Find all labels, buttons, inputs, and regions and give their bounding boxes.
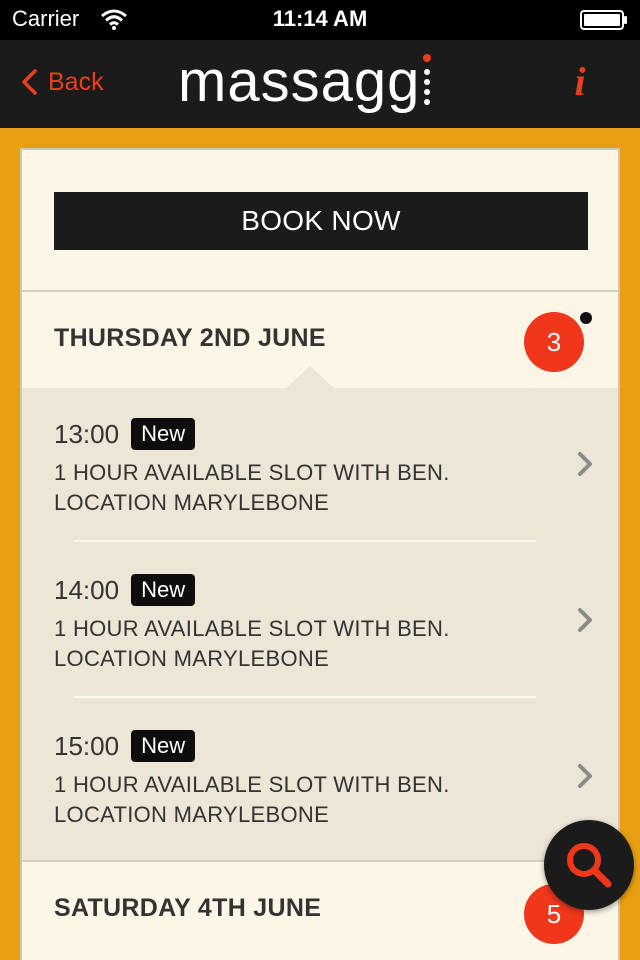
book-now-button[interactable]: BOOK NOW bbox=[54, 192, 588, 250]
day-header-thursday[interactable]: THURSDAY 2ND JUNE 3 bbox=[22, 292, 618, 390]
slot-location-line: LOCATION MARYLEBONE bbox=[54, 802, 330, 827]
new-badge: New bbox=[131, 730, 196, 762]
chevron-left-icon bbox=[22, 69, 37, 95]
logo-dots-icon bbox=[423, 54, 432, 105]
slot-description: 1 HOUR AVAILABLE SLOT WITH BEN. LOCATION… bbox=[54, 770, 450, 830]
slot-time-row: 13:00 New bbox=[54, 418, 196, 450]
slot-item[interactable]: 13:00 New 1 HOUR AVAILABLE SLOT WITH BEN… bbox=[22, 388, 618, 528]
slot-divider bbox=[74, 540, 536, 542]
slot-time-row: 14:00 New bbox=[54, 574, 196, 606]
chevron-right-icon bbox=[578, 764, 592, 788]
unread-indicator bbox=[580, 312, 592, 324]
slot-list: 13:00 New 1 HOUR AVAILABLE SLOT WITH BEN… bbox=[22, 388, 618, 860]
info-icon: i bbox=[574, 59, 586, 104]
search-button[interactable] bbox=[544, 820, 634, 910]
slot-location-line: LOCATION MARYLEBONE bbox=[54, 646, 330, 671]
info-button[interactable]: i bbox=[568, 60, 592, 104]
slot-description-line: 1 HOUR AVAILABLE SLOT WITH BEN. bbox=[54, 616, 450, 641]
chevron-right-icon bbox=[578, 452, 592, 476]
new-badge: New bbox=[131, 574, 196, 606]
brand-text: massagg bbox=[178, 49, 421, 114]
day-title: THURSDAY 2ND JUNE bbox=[54, 324, 326, 352]
slot-divider bbox=[74, 696, 536, 698]
slot-description: 1 HOUR AVAILABLE SLOT WITH BEN. LOCATION… bbox=[54, 614, 450, 674]
brand-logo: massagg bbox=[178, 48, 432, 118]
slot-description-line: 1 HOUR AVAILABLE SLOT WITH BEN. bbox=[54, 460, 450, 485]
new-badge: New bbox=[131, 418, 196, 450]
slot-time: 13:00 bbox=[54, 418, 120, 449]
slot-description: 1 HOUR AVAILABLE SLOT WITH BEN. LOCATION… bbox=[54, 458, 450, 518]
chevron-right-icon bbox=[578, 608, 592, 632]
slot-description-line: 1 HOUR AVAILABLE SLOT WITH BEN. bbox=[54, 772, 450, 797]
slot-location-line: LOCATION MARYLEBONE bbox=[54, 490, 330, 515]
search-icon bbox=[567, 843, 612, 888]
day-title: SATURDAY 4TH JUNE bbox=[54, 894, 322, 922]
slot-item[interactable]: 15:00 New 1 HOUR AVAILABLE SLOT WITH BEN… bbox=[22, 700, 618, 840]
back-button[interactable]: Back bbox=[20, 62, 104, 102]
slot-item[interactable]: 14:00 New 1 HOUR AVAILABLE SLOT WITH BEN… bbox=[22, 544, 618, 684]
back-label: Back bbox=[48, 67, 104, 96]
status-bar: Carrier 11:14 AM bbox=[0, 0, 640, 40]
day-header-saturday[interactable]: SATURDAY 4TH JUNE 5 bbox=[22, 862, 618, 958]
slot-time-row: 15:00 New bbox=[54, 730, 196, 762]
schedule-card: BOOK NOW THURSDAY 2ND JUNE 3 13:00 New 1… bbox=[20, 148, 620, 960]
nav-bar: Back massagg i bbox=[0, 40, 640, 128]
status-time: 11:14 AM bbox=[272, 6, 368, 31]
battery-icon bbox=[580, 10, 627, 30]
slot-time: 15:00 bbox=[54, 730, 120, 761]
slot-time: 14:00 bbox=[54, 574, 120, 605]
slot-count-badge: 3 bbox=[524, 312, 584, 372]
expanded-caret-icon bbox=[284, 366, 336, 390]
